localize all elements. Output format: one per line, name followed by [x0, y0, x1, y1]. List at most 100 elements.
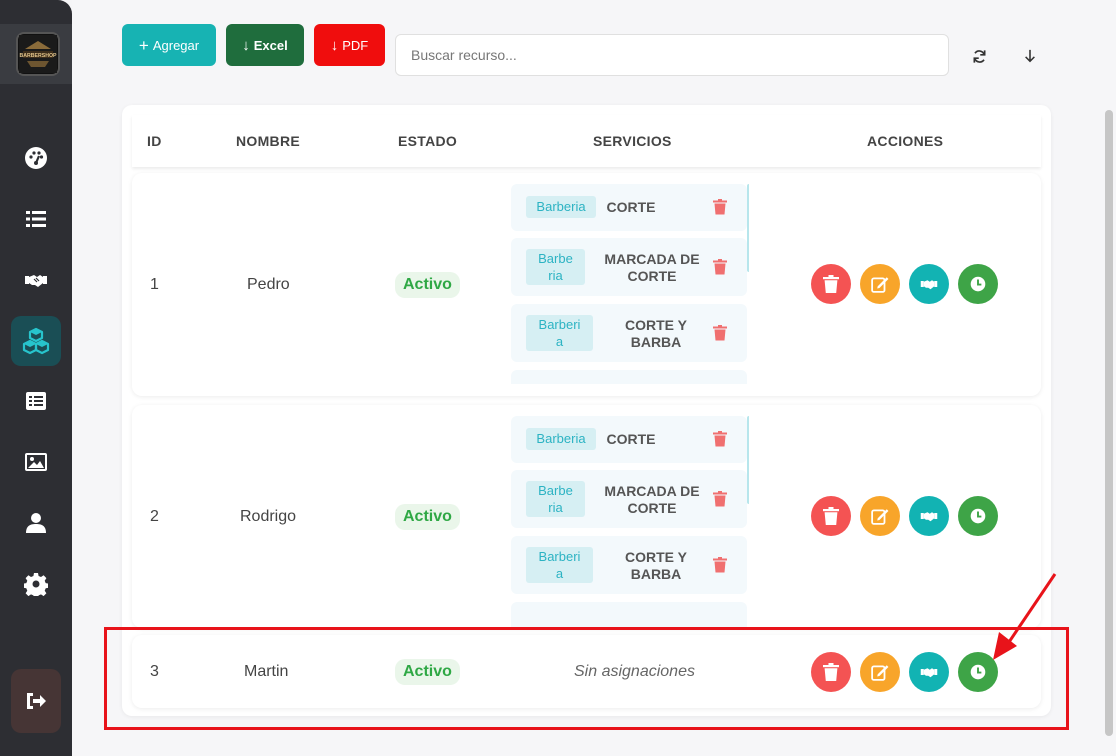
svg-text:BARBERSHOP: BARBERSHOP [20, 53, 57, 59]
service-name: CORTE Y BARBA [625, 317, 687, 350]
service-category: Barberia [526, 547, 593, 583]
edit-icon [871, 509, 889, 525]
trash-icon[interactable] [713, 557, 727, 573]
nav-settings[interactable] [11, 559, 61, 609]
service-item: Barberia CORTE [511, 184, 747, 231]
add-button[interactable]: + Agregar [122, 24, 216, 66]
logout-button[interactable] [11, 669, 61, 733]
resources-table: ID NOMBRE ESTADO SERVICIOS ACCIONES 1 Pe… [122, 105, 1051, 716]
arrow-down-icon: ↓ [242, 36, 250, 54]
service-item [511, 602, 747, 628]
refresh-icon [973, 49, 985, 63]
service-name: MARCADA DE CORTE [604, 251, 700, 284]
service-item: Barberi a CORTE Y BARBA [511, 536, 747, 594]
nav-users[interactable] [11, 498, 61, 548]
trash-icon[interactable] [713, 491, 727, 507]
table-row: 2 Rodrigo Activo Barberia CORTE Barbe ria… [132, 405, 1041, 628]
edit-button[interactable] [860, 496, 900, 536]
plus-icon: + [138, 35, 149, 55]
list-icon [26, 211, 46, 227]
handshake-icon [920, 280, 938, 290]
nav-list-alt[interactable] [11, 376, 61, 426]
nav-images[interactable] [11, 437, 61, 487]
dashboard-icon [25, 147, 47, 169]
services-scrollbar[interactable] [747, 184, 749, 272]
service-category: Barberia [526, 481, 585, 517]
arrow-down-icon: ↓ [330, 36, 339, 54]
delete-button[interactable] [811, 264, 851, 304]
assign-button[interactable] [909, 496, 949, 536]
pdf-button[interactable]: ↓ PDF [314, 24, 385, 66]
refresh-button[interactable] [967, 44, 991, 68]
service-category: Barberia [526, 249, 585, 285]
sidebar: BARBERSHOP [0, 0, 72, 756]
header-nombre: NOMBRE [236, 133, 301, 149]
header-id: ID [147, 133, 162, 149]
services-list: Barberia CORTE Barbe ria MARCADA DE CORTE … [511, 184, 749, 384]
arrow-down-icon [1025, 49, 1035, 63]
service-name: MARCADA DE CORTE [604, 483, 700, 516]
table-row: 1 Pedro Activo Barberia CORTE Barbe ria M… [132, 173, 1041, 396]
row-nombre: Pedro [247, 276, 290, 293]
services-list: Barberia CORTE Barbe ria MARCADA DE CORTE … [511, 416, 749, 628]
trash-icon [823, 507, 839, 525]
pdf-button-label: PDF [342, 37, 369, 53]
download-button[interactable] [1018, 44, 1042, 68]
handshake-icon [25, 275, 47, 287]
row-id: 2 [150, 508, 159, 525]
clock-icon [970, 508, 986, 524]
trash-icon[interactable] [713, 431, 727, 447]
service-category: Barberia [526, 196, 596, 218]
logo-icon: BARBERSHOP [19, 35, 57, 73]
search-input[interactable] [395, 34, 949, 76]
schedule-button[interactable] [958, 496, 998, 536]
status-badge: Activo [395, 504, 460, 530]
add-button-label: Agregar [152, 37, 200, 53]
logo-area: BARBERSHOP [0, 24, 72, 84]
row-id: 1 [150, 276, 159, 293]
edit-icon [871, 277, 889, 293]
cubes-icon [22, 327, 50, 355]
service-item [511, 370, 747, 384]
service-item: Barberia CORTE [511, 416, 747, 463]
nav-handshake[interactable] [11, 255, 61, 305]
trash-icon [823, 275, 839, 293]
row-nombre: Rodrigo [240, 508, 297, 525]
header-servicios: SERVICIOS [593, 133, 672, 149]
nav-list[interactable] [11, 194, 61, 244]
excel-button-label: Excel [253, 37, 288, 53]
header-estado: ESTADO [398, 133, 458, 149]
trash-icon[interactable] [713, 325, 727, 341]
trash-icon[interactable] [713, 199, 727, 215]
header-acciones: ACCIONES [867, 133, 944, 149]
service-category: Barberia [526, 315, 593, 351]
service-item: Barbe ria MARCADA DE CORTE [511, 238, 747, 296]
edit-button[interactable] [860, 264, 900, 304]
logout-icon [27, 693, 46, 709]
delete-button[interactable] [811, 496, 851, 536]
service-item: Barberi a CORTE Y BARBA [511, 304, 747, 362]
handshake-icon [920, 512, 938, 522]
nav-dashboard[interactable] [11, 133, 61, 183]
nav-resources[interactable] [11, 316, 61, 366]
service-name: CORTE Y BARBA [625, 549, 687, 582]
services-scrollbar[interactable] [747, 416, 749, 504]
service-item: Barbe ria MARCADA DE CORTE [511, 470, 747, 528]
service-name: CORTE [606, 431, 656, 447]
list-alt-icon [26, 392, 46, 410]
schedule-button[interactable] [958, 264, 998, 304]
status-badge: Activo [395, 272, 460, 298]
excel-button[interactable]: ↓ Excel [226, 24, 304, 66]
image-icon [25, 453, 47, 471]
highlight-box [104, 627, 1069, 730]
trash-icon[interactable] [713, 259, 727, 275]
clock-icon [970, 276, 986, 292]
barbershop-logo[interactable]: BARBERSHOP [16, 32, 60, 76]
page-scrollbar[interactable] [1105, 110, 1113, 736]
user-icon [26, 513, 46, 533]
assign-button[interactable] [909, 264, 949, 304]
service-name: CORTE [606, 199, 656, 215]
annotation-arrow [993, 573, 1057, 660]
service-category: Barberia [526, 428, 596, 450]
gear-icon [24, 573, 48, 596]
